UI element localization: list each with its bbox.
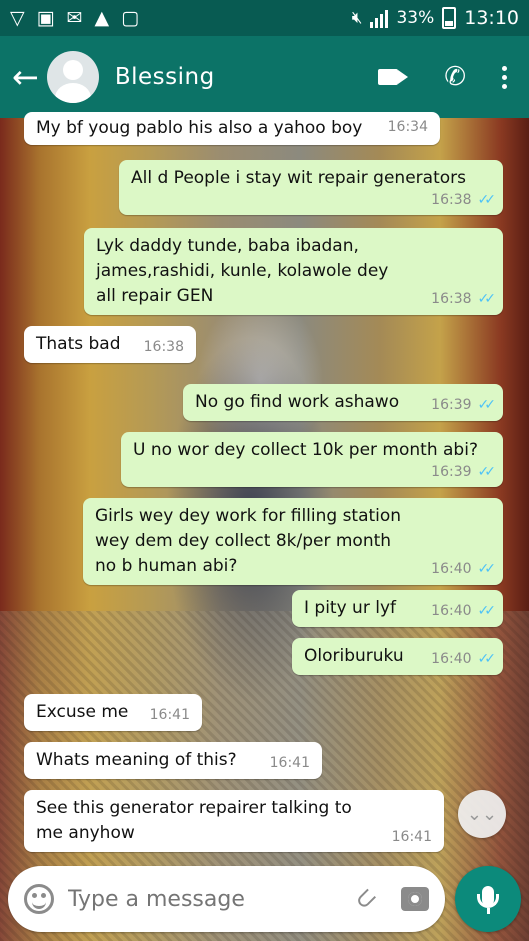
- read-ticks-icon: ✓✓: [477, 603, 497, 619]
- message-time: 16:38: [143, 339, 184, 355]
- read-ticks-icon: ✓✓: [477, 291, 497, 307]
- message-time: 16:38: [431, 192, 472, 208]
- message-text: No go find work ashawo: [195, 392, 400, 412]
- battery-icon: [442, 7, 457, 29]
- message-composer[interactable]: ⊂: [8, 866, 445, 932]
- message-meta: 16:40 ✓✓: [431, 602, 497, 620]
- message-incoming[interactable]: 16:38 Thats bad: [24, 326, 196, 363]
- message-time: 16:34: [387, 119, 428, 135]
- message-meta: 16:40 ✓✓: [431, 560, 497, 578]
- message-incoming[interactable]: 16:41 See this generator repairer talkin…: [24, 790, 444, 852]
- warning-icon: ▲: [94, 6, 110, 29]
- status-bar: ▽ ▣ ✉ ▲ ▢ 🔇︎ 33% 13:10: [0, 0, 529, 36]
- chat-header: ← Blessing ✆: [0, 36, 529, 118]
- avatar[interactable]: [46, 51, 99, 103]
- read-ticks-icon: ✓✓: [477, 192, 497, 208]
- read-ticks-icon: ✓✓: [477, 397, 497, 413]
- message-text: See this generator repairer talking to m…: [36, 798, 352, 843]
- phone-icon[interactable]: ✆: [444, 64, 466, 90]
- message-outgoing[interactable]: 16:38 ✓✓ Lyk daddy tunde, baba ibadan, ja…: [84, 228, 503, 315]
- mic-button[interactable]: [455, 866, 521, 932]
- message-time: 16:39: [431, 397, 472, 413]
- message-time: 16:40: [431, 603, 472, 619]
- message-time: 16:41: [149, 707, 190, 723]
- message-text: U no wor dey collect 10k per month abi?: [133, 440, 478, 460]
- message-text: Whats meaning of this?: [36, 750, 237, 770]
- message-outgoing[interactable]: 16:40 ✓✓ Girls wey dey work for filling s…: [83, 498, 503, 585]
- message-text: All d People i stay wit repair generator…: [131, 168, 466, 188]
- contact-name[interactable]: Blessing: [115, 64, 215, 90]
- read-ticks-icon: ✓✓: [477, 561, 497, 577]
- message-incoming[interactable]: 16:34 My bf youg pablo his also a yahoo …: [24, 112, 440, 145]
- bbm-icon: ✉: [66, 6, 83, 29]
- message-time: 16:40: [431, 561, 472, 577]
- message-text: Thats bad: [36, 334, 121, 354]
- scroll-down-button[interactable]: ⌄⌄: [458, 790, 506, 838]
- message-meta: 16:38 ✓✓: [431, 290, 497, 308]
- message-outgoing[interactable]: 16:40 ✓✓ Oloriburuku: [292, 638, 503, 675]
- message-time: 16:41: [391, 829, 432, 845]
- message-incoming[interactable]: 16:41 Excuse me: [24, 694, 202, 731]
- message-outgoing[interactable]: All d People i stay wit repair generator…: [119, 160, 503, 215]
- message-outgoing[interactable]: 16:40 ✓✓ I pity ur lyf: [292, 590, 503, 627]
- message-time: 16:38: [431, 291, 472, 307]
- message-meta: 16:40 ✓✓: [431, 650, 497, 668]
- message-text: Oloriburuku: [304, 646, 404, 666]
- message-meta: 16:39 ✓✓: [147, 463, 497, 481]
- message-meta: 16:39 ✓✓: [431, 396, 497, 414]
- message-text: I pity ur lyf: [304, 598, 396, 618]
- more-vert-icon[interactable]: [502, 65, 507, 89]
- clipboard-icon: ▢: [121, 6, 140, 29]
- video-call-icon[interactable]: [378, 67, 409, 87]
- message-text: Lyk daddy tunde, baba ibadan, james,rash…: [96, 236, 389, 306]
- message-outgoing[interactable]: U no wor dey collect 10k per month abi? …: [121, 432, 503, 487]
- signal-icon: [370, 8, 389, 28]
- status-time: 13:10: [464, 7, 519, 29]
- message-input[interactable]: [68, 886, 356, 912]
- message-meta: 16:38 ✓✓: [145, 191, 497, 209]
- mute-icon: 🔇︎: [351, 8, 363, 28]
- message-incoming[interactable]: 16:41 Whats meaning of this?: [24, 742, 322, 779]
- message-time: 16:39: [431, 464, 472, 480]
- battery-percent: 33%: [396, 8, 435, 28]
- message-outgoing[interactable]: 16:39 ✓✓ No go find work ashawo: [183, 384, 503, 421]
- camera-icon[interactable]: [401, 887, 429, 911]
- notification-v-icon: ▽: [10, 6, 25, 29]
- back-arrow-icon[interactable]: ←: [12, 61, 39, 93]
- gallery-icon: ▣: [36, 6, 55, 29]
- mic-icon: [477, 886, 499, 914]
- chevron-down-icon: ⌄⌄: [466, 803, 498, 825]
- read-ticks-icon: ✓✓: [477, 651, 497, 667]
- message-time: 16:41: [269, 755, 310, 771]
- message-text: Excuse me: [36, 702, 129, 722]
- message-text: My bf youg pablo his also a yahoo boy: [36, 118, 363, 138]
- emoji-icon[interactable]: [24, 884, 54, 914]
- read-ticks-icon: ✓✓: [477, 464, 497, 480]
- message-time: 16:40: [431, 651, 472, 667]
